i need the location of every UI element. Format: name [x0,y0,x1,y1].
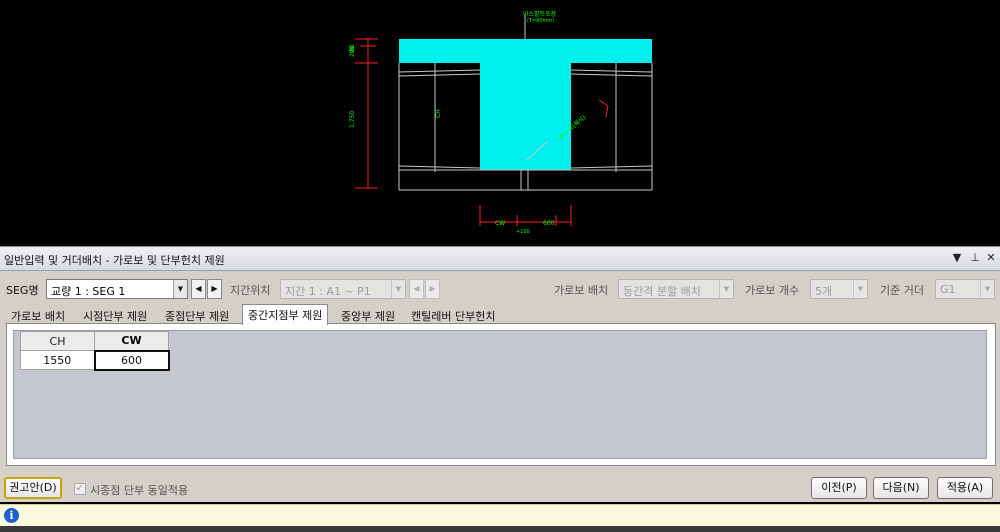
crossbeam-layout-combo[interactable]: 등간격 분할 배치 ▼ [618,279,734,299]
chevron-down-icon: ▼ [719,280,733,298]
grid-cell-cw[interactable]: 600 [93,349,170,371]
dim-bottom-600: 600 [543,220,555,227]
tab-content: CH CW 1550 600 [6,323,996,466]
apply-button[interactable]: 적용(A) [937,477,993,499]
cross-section-drawing: 80 200 1,750 아스팔트포장 (T=80mm) CH 경사 폭(해석)… [349,10,653,235]
bottom-strip [0,526,1000,532]
spec-grid: CH CW 1550 600 [20,331,170,371]
same-apply-checkbox[interactable]: ✓ [74,483,86,495]
top-controls-row: SEG명 교량 1 : SEG 1 ▼ ◀ ▶ 지간위치 지간 1 : A1 ~… [0,277,1000,301]
seg-next-button[interactable]: ▶ [207,279,222,299]
same-apply-label: 시종점 단부 동일적용 [90,484,189,497]
panel-titlebar: 일반입력 및 거더배치 - 가로보 및 단부헌치 제원 ▼ ⊥ ✕ [0,247,1000,271]
crossbeam-panel: 일반입력 및 거더배치 - 가로보 및 단부헌치 제원 ▼ ⊥ ✕ SEG명 교… [0,246,1000,502]
crossbeam-count-value: 5개 [815,285,833,298]
span-combo-value: 지간 1 : A1 ~ P1 [285,285,371,298]
recommend-button[interactable]: 권고안(D) [4,477,62,499]
seg-combo-value: 교량 1 : SEG 1 [51,285,126,298]
label-pavement-sub: (T=80mm) [527,18,554,24]
tab-finish-end-specs[interactable]: 종점단부 제원 [160,306,234,324]
seg-label: SEG명 [6,284,39,297]
span-combo[interactable]: 지간 1 : A1 ~ P1 ▼ [280,279,406,299]
base-girder-value: G1 [940,283,956,296]
chevron-down-icon: ▼ [173,280,187,298]
seg-combo[interactable]: 교량 1 : SEG 1 ▼ [46,279,188,299]
tab-intermediate-support-specs[interactable]: 중간지점부 제원 [242,304,329,325]
tab-center-specs[interactable]: 중앙부 제원 [336,306,400,324]
cad-viewport[interactable]: 80 200 1,750 아스팔트포장 (T=80mm) CH 경사 폭(해석)… [0,0,1000,244]
pin-icon[interactable]: ⊥ [968,251,982,264]
dim-bottom-sub: +100 [516,229,530,235]
tab-cantilever-end-haunch[interactable]: 캔틸레버 단부헌치 [406,306,500,324]
tab-strip: 가로보 배치 시점단부 제원 종점단부 제원 중간지점부 제원 중앙부 제원 캔… [6,304,996,325]
table-row: 1550 600 [20,349,170,371]
info-icon[interactable]: i [4,508,19,523]
spec-grid-area: CH CW 1550 600 [13,330,987,459]
crossbeam-layout-value: 등간격 분할 배치 [623,285,701,298]
crossbeam-layout-label: 가로보 배치 [554,284,609,297]
dropdown-icon[interactable]: ▼ [950,251,964,264]
span-prev-button[interactable]: ◀ [409,279,424,299]
dim-left-bottom: 1,750 [349,111,356,128]
tab-start-end-specs[interactable]: 시점단부 제원 [78,306,152,324]
next-button[interactable]: 다음(N) [873,477,929,499]
label-pavement: 아스팔트포장 [523,10,557,18]
grid-header-row: CH CW [20,331,169,351]
span-label: 지간위치 [230,284,271,297]
seg-prev-button[interactable]: ◀ [191,279,206,299]
chevron-down-icon: ▼ [980,280,994,298]
base-girder-combo[interactable]: G1 ▼ [935,279,995,299]
prev-button[interactable]: 이전(P) [811,477,867,499]
app-window: 80 200 1,750 아스팔트포장 (T=80mm) CH 경사 폭(해석)… [0,0,1000,532]
panel-title: 일반입력 및 거더배치 - 가로보 및 단부헌치 제원 [4,254,225,267]
span-next-button[interactable]: ▶ [425,279,440,299]
dim-left-mid: 200 [349,45,356,57]
label-web-ch: CH [435,109,442,118]
grid-header-ch[interactable]: CH [20,331,95,351]
crossbeam-count-label: 가로보 개수 [745,284,800,297]
grid-header-cw[interactable]: CW [94,331,169,351]
chevron-down-icon: ▼ [391,280,405,298]
status-bar: i [0,504,1000,526]
close-icon[interactable]: ✕ [984,251,998,264]
grid-cell-ch[interactable]: 1550 [20,350,95,370]
slab-shape [399,39,652,63]
web-shape [480,63,571,170]
chevron-down-icon: ▼ [853,280,867,298]
base-girder-label: 기준 거더 [880,284,924,297]
crossbeam-count-combo[interactable]: 5개 ▼ [810,279,868,299]
bottom-dimension-lines [479,205,572,226]
bottom-buttons-row: 권고안(D) ✓ 시종점 단부 동일적용 이전(P) 다음(N) 적용(A) [0,475,1000,501]
tab-crossbeam-layout[interactable]: 가로보 배치 [6,306,70,324]
dim-bottom-cw: CW [495,220,505,227]
